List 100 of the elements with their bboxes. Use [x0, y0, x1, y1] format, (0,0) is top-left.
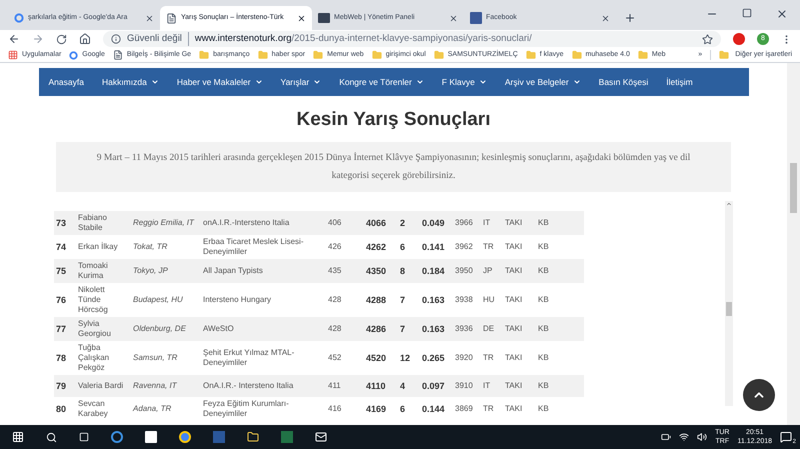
scrollbar-thumb[interactable] — [790, 163, 797, 213]
volume-icon[interactable] — [697, 432, 708, 442]
reload-icon[interactable] — [56, 34, 67, 44]
task-view-icon[interactable] — [79, 432, 89, 442]
page-title: Kesin Yarış Sonuçları — [296, 108, 490, 132]
table-cell-text: TAKI — [504, 324, 524, 334]
home-icon[interactable] — [79, 33, 91, 45]
folder-icon — [313, 50, 324, 60]
site-icon — [318, 13, 330, 23]
table-cell-text: 435 — [327, 266, 342, 276]
table-cell-text: 12 — [399, 352, 412, 362]
folder-icon[interactable] — [247, 431, 259, 443]
nav-item[interactable]: Kongre ve Törenler — [339, 76, 424, 88]
table-cell-text: 2 — [399, 218, 406, 228]
table-cell-text: KB — [537, 218, 550, 228]
start-icon[interactable] — [12, 431, 24, 443]
table-cell-text: 0.097 — [421, 380, 446, 390]
table-cell-text: Sylvia Georgiou — [77, 318, 112, 338]
close-icon[interactable] — [601, 14, 610, 22]
table-cell-text: 3910 — [454, 380, 474, 390]
nav-item[interactable]: Hakkımızda — [102, 76, 159, 88]
table-cell-text: 3936 — [454, 324, 474, 334]
table-cell-text: 3950 — [454, 266, 474, 276]
table-cell-text: 0.163 — [421, 294, 446, 304]
table-cell-text: Şehit Erkut Yılmaz MTAL-Deneyimliler — [202, 348, 296, 368]
extension-icon[interactable] — [733, 33, 745, 45]
table-cell-text: IT — [482, 380, 492, 390]
wifi-icon — [679, 432, 690, 442]
nav-item[interactable]: Yarışlar — [280, 76, 322, 88]
close-icon[interactable] — [145, 14, 154, 22]
close-icon[interactable] — [297, 14, 306, 22]
table-cell-text: 6 — [399, 242, 406, 252]
table-cell-text: TAKI — [504, 242, 524, 252]
scrollbar-thumb[interactable] — [726, 302, 732, 316]
table-cell-text: 4520 — [365, 352, 388, 362]
table-cell-text: KB — [537, 324, 550, 334]
apps-icon — [8, 50, 18, 60]
chevron-down-icon — [313, 78, 322, 86]
table-cell-text: TR — [482, 352, 495, 362]
nav-item[interactable]: İletişim — [666, 76, 693, 88]
table-cell-text: TAKI — [504, 404, 524, 414]
nav-item[interactable]: Anasayfa — [48, 76, 84, 88]
table-cell-text: Tokat, TR — [132, 242, 168, 252]
table-cell-text: 428 — [327, 294, 342, 304]
table-cell-text: KB — [537, 242, 550, 252]
table-cell-text: 78 — [55, 352, 68, 362]
nav-item[interactable]: Arşiv ve Belgeler — [504, 76, 581, 88]
table-cell-text: 4286 — [365, 324, 388, 334]
table-cell-text: 3920 — [454, 352, 474, 362]
table-cell-text: onA.I.R.-Intersteno Italia — [202, 218, 290, 228]
table-cell-text: 0.049 — [421, 218, 446, 228]
back-icon[interactable] — [8, 33, 20, 45]
address-bar[interactable]: Güvenli değil www.interstenoturk.org/2015-dunya-internet-klavye-sampiyonasi/yaris-sonuclari/ — [103, 31, 721, 47]
table-cell-text: Reggio Emilia, IT — [132, 218, 196, 228]
table-cell-text: 74 — [55, 242, 68, 252]
table-cell-text: AWeStO — [202, 324, 235, 334]
folder-icon — [638, 50, 648, 60]
table-cell-text: 76 — [55, 294, 68, 304]
close-icon[interactable] — [776, 8, 788, 20]
scrollbar[interactable] — [725, 200, 733, 406]
table-cell-text: 0.184 — [421, 266, 446, 276]
forward-icon[interactable] — [32, 33, 44, 45]
table-cell-text: 8 — [399, 266, 406, 276]
table-cell-text: TR — [482, 404, 495, 414]
chevron-down-icon — [254, 78, 263, 86]
table-cell-text: 4288 — [365, 294, 388, 304]
nav-item[interactable]: Haber ve Makaleler — [176, 76, 263, 88]
table-cell-text: KB — [537, 294, 550, 304]
close-icon[interactable] — [449, 14, 458, 22]
maximize-icon[interactable] — [742, 8, 752, 18]
security-label: Güvenli değil — [127, 32, 189, 46]
table-cell-text: 0.144 — [421, 404, 446, 414]
table-cell-text: 0.141 — [421, 242, 446, 252]
table-cell-text: Fabiano Stabile — [77, 212, 108, 232]
page-icon — [166, 12, 177, 24]
table-cell-text: TAKI — [504, 266, 524, 276]
table-cell-text: Tuğba Çalışkan Pekgöz — [77, 342, 110, 372]
nav-item[interactable]: Basın Köşesi — [598, 76, 648, 88]
bookmark-star-icon[interactable] — [702, 34, 713, 44]
table-cell-text: Sevcan Karabey — [77, 398, 109, 418]
table-cell-text: 3966 — [454, 218, 474, 228]
nav-item[interactable]: F Klavye — [442, 76, 487, 88]
search-icon[interactable] — [46, 432, 57, 442]
info-icon — [111, 34, 121, 44]
table-cell-text: 4262 — [365, 242, 388, 252]
table-cell-text: 80 — [55, 404, 68, 414]
chevron-down-icon — [416, 78, 424, 86]
new-tab-icon[interactable] — [624, 12, 636, 24]
table-cell-text: 4110 — [365, 380, 387, 390]
url-text: www.interstenoturk.org/2015-dunya-internet-klavye-sampiyonasi/yaris-sonuclari/ — [194, 32, 532, 46]
table-cell-text: Valeria Bardi — [77, 380, 124, 390]
mail-icon[interactable] — [315, 431, 327, 443]
chevron-down-icon — [150, 78, 159, 86]
scroll-up-icon[interactable] — [726, 200, 732, 206]
table-cell-text: 79 — [55, 380, 68, 390]
folder-icon — [434, 50, 444, 60]
scroll-to-top-button[interactable] — [743, 379, 775, 411]
page-scrollbar[interactable] — [787, 63, 800, 425]
table-cell-text: Tomoaki Kurima — [77, 260, 109, 280]
table-cell-text: 75 — [55, 266, 68, 276]
